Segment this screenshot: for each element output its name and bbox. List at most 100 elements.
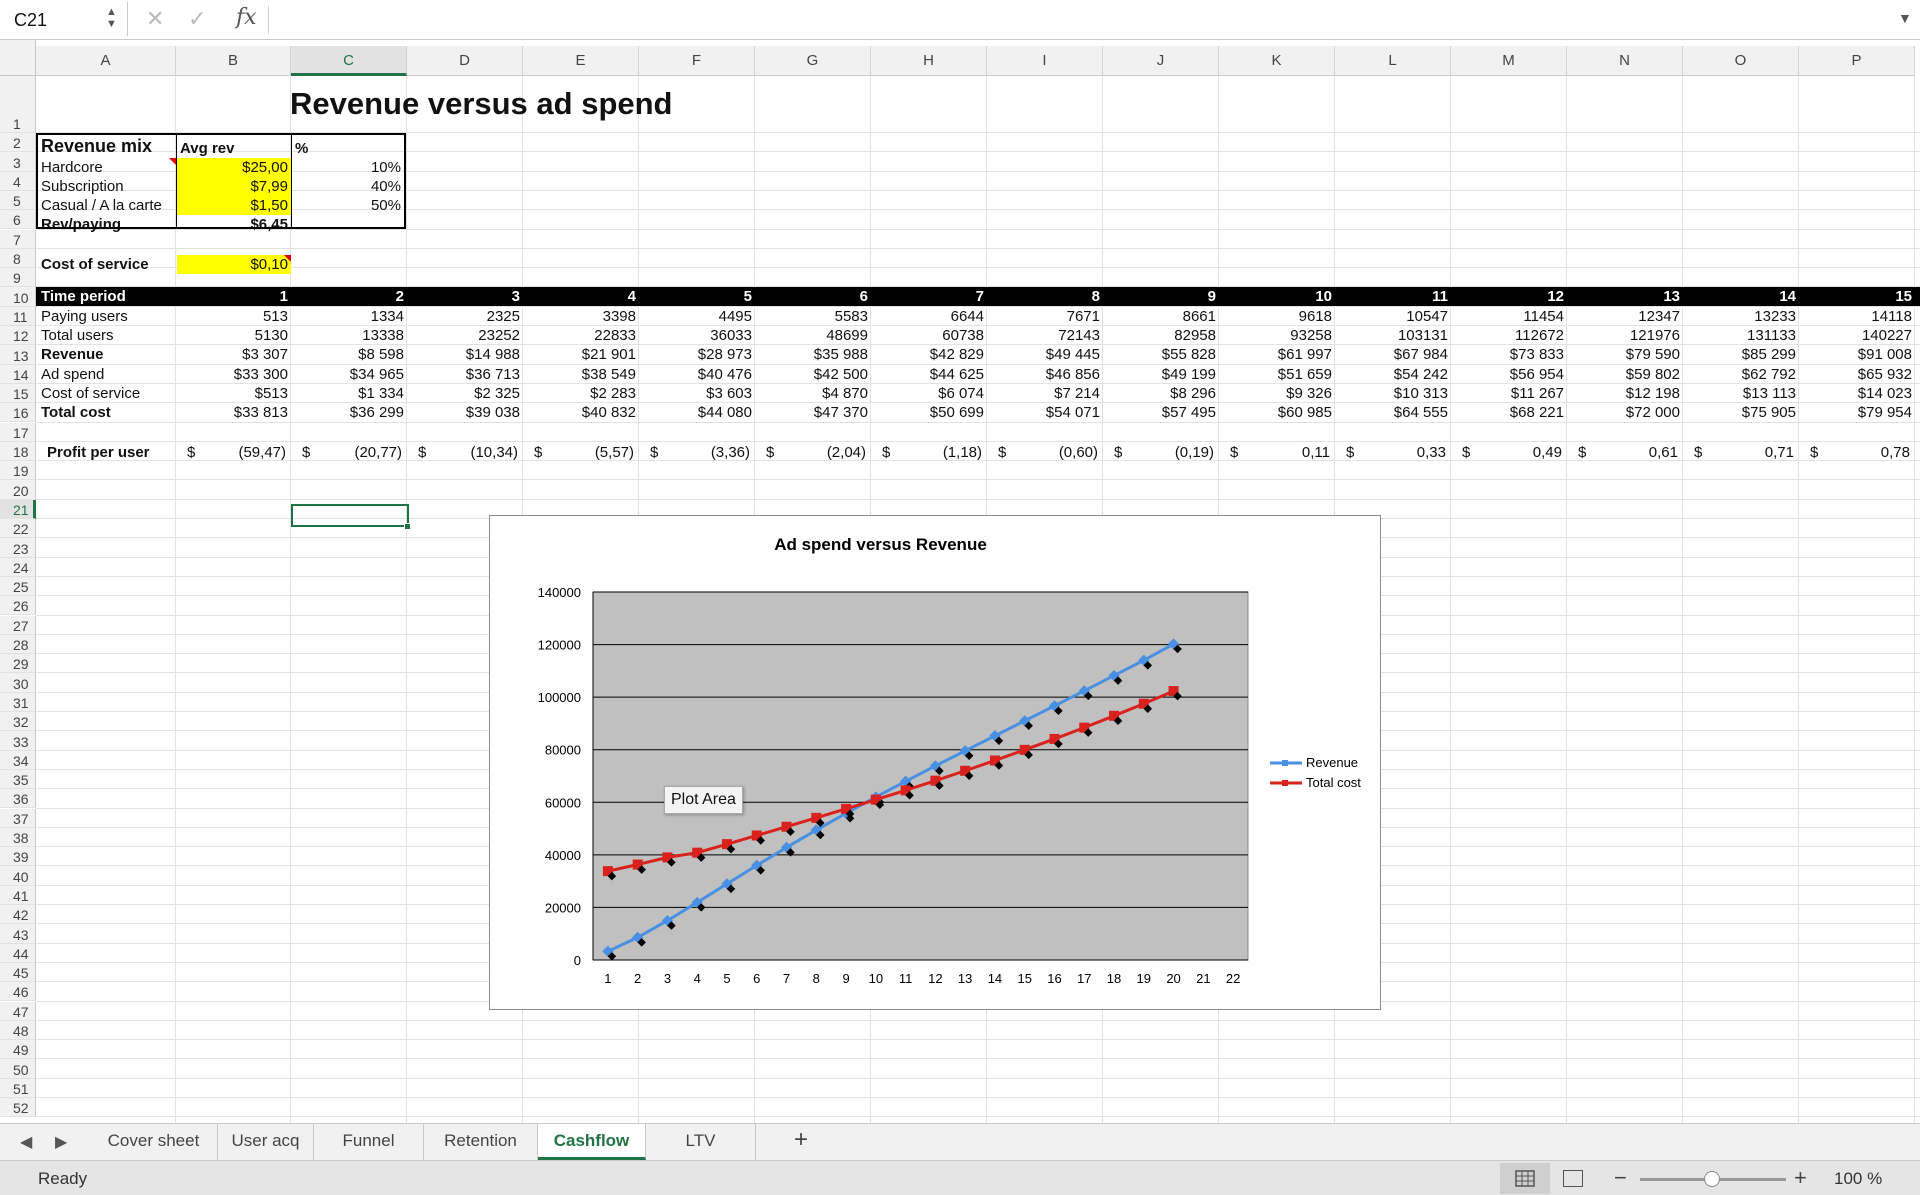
cost-of-service-label[interactable]: Cost of service bbox=[38, 255, 176, 274]
rev-paying-value[interactable]: $6,45 bbox=[177, 215, 291, 234]
period-header-7[interactable]: 7 bbox=[871, 287, 987, 306]
table-cell[interactable]: 5583 bbox=[755, 307, 871, 326]
table-cell[interactable]: $9 326 bbox=[1219, 384, 1335, 403]
tab-funnel[interactable]: Funnel bbox=[314, 1124, 424, 1160]
row-header-3[interactable]: 3 bbox=[0, 152, 36, 172]
table-cell[interactable]: $513 bbox=[176, 384, 291, 403]
column-header-a[interactable]: A bbox=[36, 46, 176, 76]
table-cell[interactable]: $10 313 bbox=[1335, 384, 1451, 403]
row-header-4[interactable]: 4 bbox=[0, 171, 36, 191]
page-layout-view-icon[interactable] bbox=[1563, 1170, 1583, 1187]
table-cell[interactable]: 6644 bbox=[871, 307, 987, 326]
row-header-26[interactable]: 26 bbox=[0, 596, 36, 616]
table-cell[interactable]: 9618 bbox=[1219, 307, 1335, 326]
row-header-39[interactable]: 39 bbox=[0, 847, 36, 867]
table-cell[interactable]: 12347 bbox=[1567, 307, 1683, 326]
table-cell[interactable]: 4495 bbox=[639, 307, 755, 326]
table-cell[interactable]: 112672 bbox=[1451, 326, 1567, 345]
row-header-33[interactable]: 33 bbox=[0, 731, 36, 751]
cost-of-service-value[interactable]: $0,10 bbox=[177, 255, 291, 274]
profit-cell[interactable]: (59,47) bbox=[176, 443, 289, 462]
profit-cell[interactable]: (1,18) bbox=[871, 443, 985, 462]
table-cell[interactable]: $14 023 bbox=[1799, 384, 1915, 403]
table-cell[interactable]: $50 699 bbox=[871, 403, 987, 422]
chart-svg[interactable]: Ad spend versus Revenue 0 20000 40000 60000 8… bbox=[490, 516, 1382, 1011]
tab-user-acq[interactable]: User acq bbox=[218, 1124, 314, 1160]
table-cell[interactable]: 13338 bbox=[291, 326, 407, 345]
confirm-icon[interactable]: ✓ bbox=[188, 6, 206, 32]
revenue-mix-header[interactable]: Revenue mix bbox=[38, 136, 178, 157]
zoom-in-icon[interactable]: + bbox=[1794, 1165, 1807, 1191]
table-cell[interactable]: $8 598 bbox=[291, 345, 407, 364]
table-cell[interactable]: 1334 bbox=[291, 307, 407, 326]
table-cell[interactable]: $49 199 bbox=[1103, 365, 1219, 384]
column-header-h[interactable]: H bbox=[871, 46, 987, 76]
profit-cell[interactable]: (10,34) bbox=[407, 443, 521, 462]
table-cell[interactable]: $35 988 bbox=[755, 345, 871, 364]
table-cell[interactable]: $7 214 bbox=[987, 384, 1103, 403]
table-cell[interactable]: $57 495 bbox=[1103, 403, 1219, 422]
table-cell[interactable]: 22833 bbox=[523, 326, 639, 345]
table-cell[interactable]: 48699 bbox=[755, 326, 871, 345]
table-cell[interactable]: 23252 bbox=[407, 326, 523, 345]
table-cell[interactable]: $73 833 bbox=[1451, 345, 1567, 364]
tab-cashflow[interactable]: Cashflow bbox=[538, 1124, 646, 1160]
row-header-29[interactable]: 29 bbox=[0, 654, 36, 674]
table-cell[interactable]: $79 954 bbox=[1799, 403, 1915, 422]
table-cell[interactable]: $56 954 bbox=[1451, 365, 1567, 384]
table-cell[interactable]: $67 984 bbox=[1335, 345, 1451, 364]
row-header-28[interactable]: 28 bbox=[0, 634, 36, 655]
formula-input[interactable] bbox=[278, 4, 1878, 34]
table-cell[interactable]: $85 299 bbox=[1683, 345, 1799, 364]
avg-rev-header[interactable]: Avg rev bbox=[177, 139, 291, 158]
table-cell[interactable]: $44 625 bbox=[871, 365, 987, 384]
row-header-11[interactable]: 11 bbox=[0, 306, 36, 326]
profit-cell[interactable]: 0,33 bbox=[1335, 443, 1449, 462]
column-header-i[interactable]: I bbox=[987, 46, 1103, 76]
row-header-20[interactable]: 20 bbox=[0, 480, 36, 500]
table-cell[interactable]: $55 828 bbox=[1103, 345, 1219, 364]
table-cell[interactable]: 8661 bbox=[1103, 307, 1219, 326]
table-cell[interactable]: $36 299 bbox=[291, 403, 407, 422]
table-cell[interactable]: $47 370 bbox=[755, 403, 871, 422]
period-header-4[interactable]: 4 bbox=[523, 287, 639, 306]
worksheet-grid[interactable]: ABCDEFGHIJKLMNOP 1 2 3 4 5 6 7 8 9 10 11 12 13 14 15 16… bbox=[0, 40, 1920, 1123]
period-header-3[interactable]: 3 bbox=[407, 287, 523, 306]
zoom-out-icon[interactable]: − bbox=[1614, 1165, 1627, 1191]
table-cell[interactable]: $46 856 bbox=[987, 365, 1103, 384]
row-header-9[interactable]: 9 bbox=[0, 268, 36, 288]
table-cell[interactable]: 10547 bbox=[1335, 307, 1451, 326]
table-cell[interactable]: 93258 bbox=[1219, 326, 1335, 345]
table-cell[interactable]: $6 074 bbox=[871, 384, 987, 403]
table-cell[interactable]: $51 659 bbox=[1219, 365, 1335, 384]
name-box-stepper-icon[interactable]: ▲ ▼ bbox=[106, 6, 117, 30]
row-header-41[interactable]: 41 bbox=[0, 885, 36, 905]
row-header-18[interactable]: 18 bbox=[0, 441, 36, 462]
table-cell[interactable]: $33 813 bbox=[176, 403, 291, 422]
row-header-8[interactable]: 8 bbox=[0, 248, 36, 269]
table-cell[interactable]: 121976 bbox=[1567, 326, 1683, 345]
row-header-38[interactable]: 38 bbox=[0, 827, 36, 848]
row-header-51[interactable]: 51 bbox=[0, 1078, 36, 1098]
mix-label-subscription[interactable]: Subscription bbox=[38, 177, 176, 196]
row-header-32[interactable]: 32 bbox=[0, 712, 36, 732]
zoom-slider-thumb[interactable] bbox=[1704, 1171, 1720, 1187]
table-cell[interactable]: $49 445 bbox=[987, 345, 1103, 364]
table-cell[interactable]: $40 476 bbox=[639, 365, 755, 384]
column-header-d[interactable]: D bbox=[407, 46, 523, 76]
table-cell[interactable]: $39 038 bbox=[407, 403, 523, 422]
table-cell[interactable]: 513 bbox=[176, 307, 291, 326]
tab-scroll-right-icon[interactable]: ▶ bbox=[55, 1132, 67, 1152]
period-header-9[interactable]: 9 bbox=[1103, 287, 1219, 306]
table-cell[interactable]: $40 832 bbox=[523, 403, 639, 422]
table-cell[interactable]: $14 988 bbox=[407, 345, 523, 364]
table-cell[interactable]: $28 973 bbox=[639, 345, 755, 364]
table-cell[interactable]: 2325 bbox=[407, 307, 523, 326]
add-sheet-icon[interactable]: + bbox=[794, 1126, 808, 1154]
table-cell[interactable]: $2 283 bbox=[523, 384, 639, 403]
table-cell[interactable]: $13 113 bbox=[1683, 384, 1799, 403]
row-header-42[interactable]: 42 bbox=[0, 905, 36, 925]
table-cell[interactable]: $91 008 bbox=[1799, 345, 1915, 364]
table-cell[interactable]: $11 267 bbox=[1451, 384, 1567, 403]
table-cell[interactable]: $59 802 bbox=[1567, 365, 1683, 384]
